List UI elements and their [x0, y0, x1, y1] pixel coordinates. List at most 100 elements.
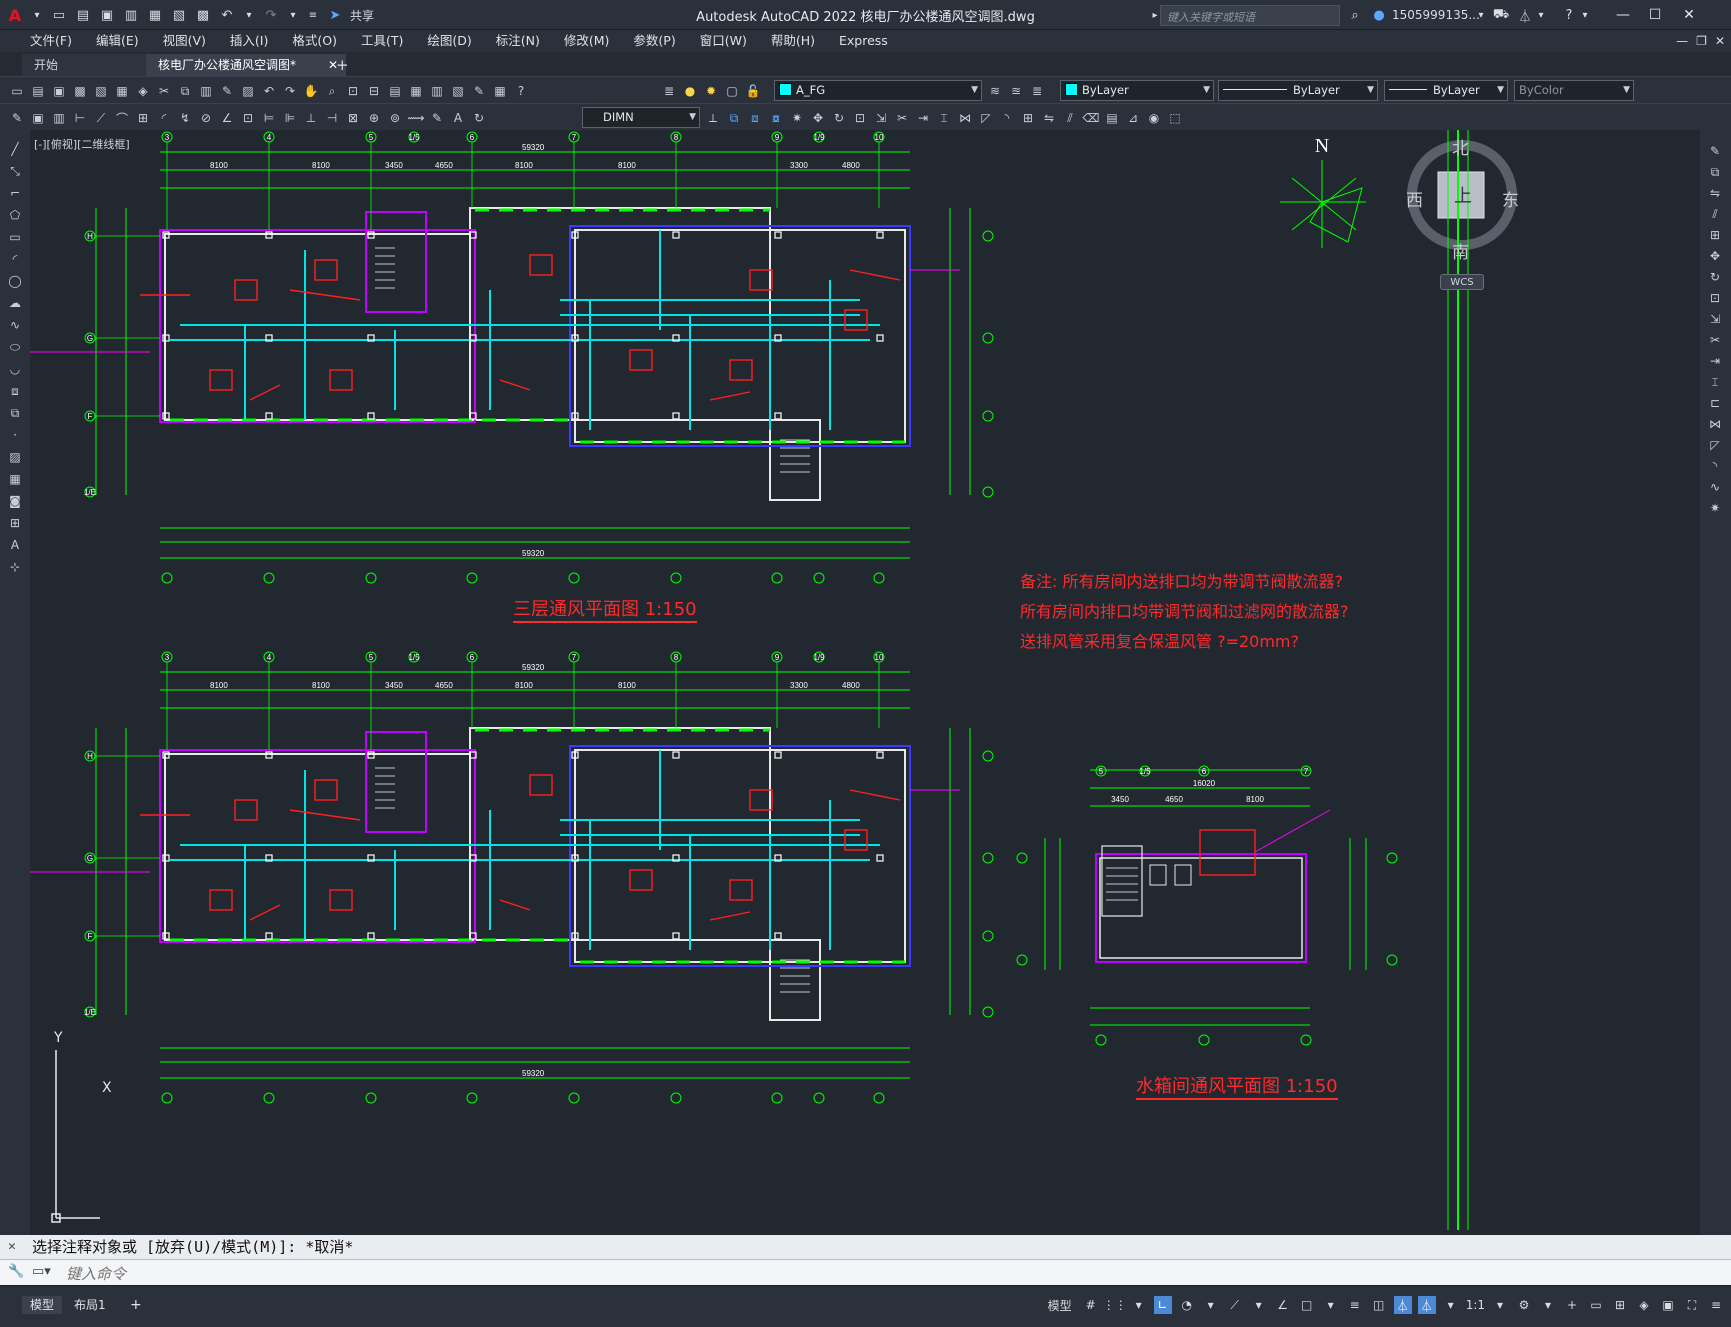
redo-dropdown-icon[interactable]: ▾ [286, 6, 300, 24]
tab-model[interactable]: 模型 [22, 1296, 63, 1314]
scale-icon[interactable]: ⊡ [851, 109, 869, 127]
new-file-icon[interactable]: ▭ [50, 6, 68, 24]
menu-modify[interactable]: 修改(M) [552, 30, 622, 52]
region-icon[interactable]: ◙ [6, 492, 24, 510]
lineweight-icon[interactable]: ≡ [1346, 1296, 1364, 1314]
annotation-scale-dropdown-icon[interactable]: ▾ [1442, 1296, 1460, 1314]
units-icon[interactable]: ▭ [1587, 1296, 1605, 1314]
menu-draw[interactable]: 绘图(D) [415, 30, 483, 52]
customize-qat-icon[interactable]: ≡ [306, 6, 320, 24]
match-properties-icon[interactable]: ✎ [218, 82, 236, 100]
diameter-dimension-icon[interactable]: ⊘ [197, 109, 215, 127]
tab-layout1[interactable]: 布局1 [66, 1296, 114, 1314]
new-tab-button[interactable]: + [336, 54, 349, 76]
zoom-window-icon[interactable]: ⊡ [344, 82, 362, 100]
group-icon[interactable]: ⧇ [767, 109, 785, 127]
polygon-icon[interactable]: ⬠ [6, 206, 24, 224]
viewcube-south[interactable]: 南 [1452, 238, 1469, 263]
rotate-icon[interactable]: ↻ [1706, 268, 1724, 286]
stretch-icon[interactable]: ⇲ [1706, 310, 1724, 328]
cut-icon[interactable]: ✂ [155, 82, 173, 100]
make-object-layer-current-icon[interactable]: ≋ [986, 82, 1004, 100]
help-icon[interactable]: ? [512, 82, 530, 100]
inspection-icon[interactable]: ⊚ [386, 109, 404, 127]
viewcube-top[interactable]: 上 [1454, 182, 1472, 208]
wcs-menu[interactable]: WCS [1440, 274, 1484, 290]
menu-view[interactable]: 视图(V) [151, 30, 218, 52]
multiline-text-icon[interactable]: A [6, 536, 24, 554]
menu-edit[interactable]: 编辑(E) [84, 30, 151, 52]
insert-block-icon[interactable]: ⧈ [6, 382, 24, 400]
break-icon[interactable]: ⌶ [935, 109, 953, 127]
circle-icon[interactable]: ◯ [6, 272, 24, 290]
share-button[interactable]: 共享 [350, 7, 374, 24]
layer-previous-icon[interactable]: ≊ [1007, 82, 1025, 100]
customization-icon[interactable]: ≡ [1707, 1296, 1725, 1314]
break-at-point-icon[interactable]: ⌶ [1706, 373, 1724, 391]
auto-scale-icon[interactable]: ⏃ [1417, 1296, 1436, 1314]
command-customize-icon[interactable]: 🔧 [8, 1264, 24, 1279]
arc-icon[interactable]: ◜ [6, 250, 24, 268]
update-annotation-icon[interactable]: ▣ [29, 109, 47, 127]
open-icon[interactable]: ▤ [29, 82, 47, 100]
lineweight-dropdown[interactable]: ByLayer ▼ [1384, 80, 1508, 101]
3d-print-icon[interactable]: ◈ [134, 82, 152, 100]
make-block-icon[interactable]: ⧉ [6, 404, 24, 422]
layer-state-icon[interactable]: ≣ [1028, 82, 1046, 100]
redo-icon[interactable]: ↷ [281, 82, 299, 100]
annotation-visibility-icon[interactable]: ⏃ [1393, 1296, 1412, 1314]
isolate-objects-icon[interactable]: ◈ [1635, 1296, 1653, 1314]
share-icon[interactable]: ➤ [326, 6, 344, 24]
menu-express[interactable]: Express [827, 30, 900, 52]
move-icon[interactable]: ✥ [809, 109, 827, 127]
mirror-icon[interactable]: ⇋ [1706, 184, 1724, 202]
snap-dropdown-icon[interactable]: ▾ [1130, 1296, 1148, 1314]
annotation-scale-icon[interactable]: ▥ [50, 109, 68, 127]
copy-icon[interactable]: ⧉ [176, 82, 194, 100]
fillet-icon[interactable]: ◝ [998, 109, 1016, 127]
tool-palettes-icon[interactable]: ▥ [428, 82, 446, 100]
construction-line-icon[interactable]: ⤡ [6, 162, 24, 180]
close-icon[interactable]: ✕ [1676, 4, 1702, 26]
quick-properties-icon[interactable]: ⊞ [1611, 1296, 1629, 1314]
revision-cloud-icon[interactable]: ☁ [6, 294, 24, 312]
polar-tracking-icon[interactable]: ◔ [1178, 1296, 1196, 1314]
fillet-icon[interactable]: ◝ [1706, 457, 1724, 475]
insert-block-icon[interactable]: ⧈ [746, 109, 764, 127]
plot-icon[interactable]: ▩ [71, 82, 89, 100]
offset-icon[interactable]: ⫽ [1706, 205, 1724, 223]
add-selected-icon[interactable]: ⊹ [6, 558, 24, 576]
zoom-previous-icon[interactable]: ⊟ [365, 82, 383, 100]
viewcube-north[interactable]: 北 [1452, 134, 1469, 159]
isometric-icon[interactable]: ⟋ [1226, 1296, 1244, 1314]
ortho-icon[interactable]: ∟ [1153, 1296, 1172, 1314]
polar-dropdown-icon[interactable]: ▾ [1202, 1296, 1220, 1314]
gear-icon[interactable]: ⚙ [1515, 1296, 1533, 1314]
autodesk-app-dropdown-icon[interactable]: ▾ [1534, 6, 1548, 24]
trim-icon[interactable]: ✂ [893, 109, 911, 127]
stretch-icon[interactable]: ⇲ [872, 109, 890, 127]
spline-icon[interactable]: ∿ [6, 316, 24, 334]
properties-icon[interactable]: ▤ [386, 82, 404, 100]
gradient-icon[interactable]: ▦ [6, 470, 24, 488]
doc-minimize-icon[interactable]: — [1676, 34, 1688, 48]
design-center-icon[interactable]: ▦ [407, 82, 425, 100]
dimension-style-icon[interactable]: ⟂ [704, 109, 722, 127]
ellipse-icon[interactable]: ⬭ [6, 338, 24, 356]
command-input[interactable] [64, 1263, 1668, 1285]
new-icon[interactable]: ▭ [8, 82, 26, 100]
undo-dropdown-icon[interactable]: ▾ [242, 6, 256, 24]
menu-dimension[interactable]: 标注(N) [484, 30, 552, 52]
ellipse-arc-icon[interactable]: ◡ [6, 360, 24, 378]
open-web-icon[interactable]: ▦ [146, 6, 164, 24]
properties-icon[interactable]: ▤ [1103, 109, 1121, 127]
layer-lock-icon[interactable]: 🔓 [744, 82, 762, 100]
center-mark-icon[interactable]: ⊕ [365, 109, 383, 127]
table-icon[interactable]: ⊞ [6, 514, 24, 532]
sheet-set-icon[interactable]: ▧ [449, 82, 467, 100]
point-icon[interactable]: · [6, 426, 24, 444]
zoom-realtime-icon[interactable]: ⌕ [323, 82, 341, 100]
app-menu-chevron-icon[interactable]: ▾ [30, 6, 44, 24]
search-input[interactable]: 键入关键字或短语 [1160, 5, 1340, 26]
layer-dropdown[interactable]: A_FG ▼ [774, 80, 982, 101]
